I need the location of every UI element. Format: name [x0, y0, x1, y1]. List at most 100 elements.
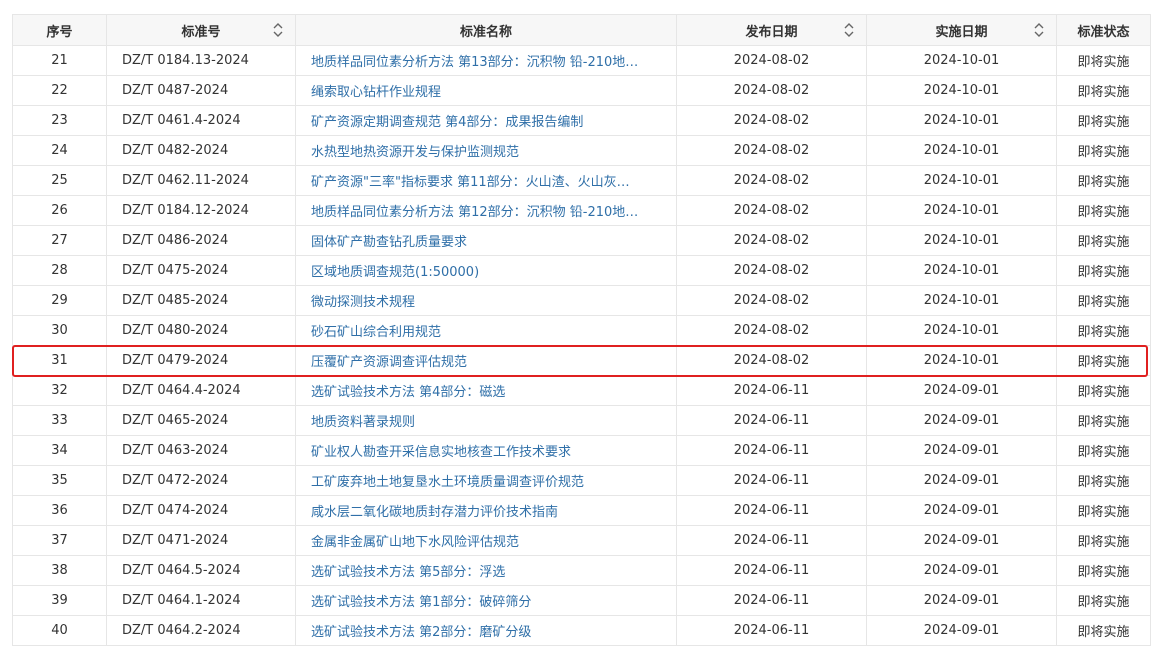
cell-index: 33: [12, 405, 107, 436]
table-row[interactable]: 29 DZ/T 0485-2024 微动探测技术规程 2024-08-02 2024-1…: [12, 285, 1151, 316]
cell-index: 39: [12, 585, 107, 616]
cell-name-link[interactable]: 选矿试验技术方法 第5部分：浮选: [295, 555, 677, 586]
cell-code: DZ/T 0485-2024: [106, 285, 296, 316]
cell-status: 即将实施: [1056, 435, 1151, 466]
cell-index: 32: [12, 375, 107, 406]
cell-name-link[interactable]: 地质资料著录规则: [295, 405, 677, 436]
cell-status: 即将实施: [1056, 495, 1151, 526]
cell-name-link[interactable]: 固体矿产勘查钻孔质量要求: [295, 225, 677, 256]
cell-name-link[interactable]: 矿产资源"三率"指标要求 第11部分：火山渣、火山灰…: [295, 165, 677, 196]
cell-code: DZ/T 0464.1-2024: [106, 585, 296, 616]
cell-name-link[interactable]: 砂石矿山综合利用规范: [295, 315, 677, 346]
cell-index: 24: [12, 135, 107, 166]
cell-effective-date: 2024-09-01: [866, 585, 1057, 616]
table-row[interactable]: 26 DZ/T 0184.12-2024 地质样品同位素分析方法 第12部分：沉积物…: [12, 195, 1151, 226]
cell-index: 23: [12, 105, 107, 136]
cell-publish-date: 2024-06-11: [676, 435, 867, 466]
cell-publish-date: 2024-06-11: [676, 405, 867, 436]
cell-name-link[interactable]: 选矿试验技术方法 第1部分：破碎筛分: [295, 585, 677, 616]
table-row[interactable]: 37 DZ/T 0471-2024 金属非金属矿山地下水风险评估规范 2024-06-…: [12, 525, 1151, 556]
cell-name-link[interactable]: 选矿试验技术方法 第4部分：磁选: [295, 375, 677, 406]
table-row[interactable]: 39 DZ/T 0464.1-2024 选矿试验技术方法 第1部分：破碎筛分 2024…: [12, 585, 1151, 616]
cell-name-link[interactable]: 工矿废弃地土地复垦水土环境质量调查评价规范: [295, 465, 677, 496]
cell-effective-date: 2024-10-01: [866, 135, 1057, 166]
cell-status: 即将实施: [1056, 255, 1151, 286]
cell-index: 37: [12, 525, 107, 556]
cell-name-link[interactable]: 水热型地热资源开发与保护监测规范: [295, 135, 677, 166]
cell-effective-date: 2024-09-01: [866, 525, 1057, 556]
cell-code: DZ/T 0184.12-2024: [106, 195, 296, 226]
cell-name-link[interactable]: 微动探测技术规程: [295, 285, 677, 316]
table-row[interactable]: 31 DZ/T 0479-2024 压覆矿产资源调查评估规范 2024-08-02 20…: [12, 345, 1151, 376]
cell-effective-date: 2024-10-01: [866, 285, 1057, 316]
sort-updown-icon[interactable]: [1034, 22, 1044, 38]
sort-updown-icon[interactable]: [844, 22, 854, 38]
table-header-row: 序号 标准号 标准名称 发布日期 实施日期 标准状态: [12, 14, 1151, 46]
cell-effective-date: 2024-10-01: [866, 225, 1057, 256]
table-row[interactable]: 34 DZ/T 0463-2024 矿业权人勘查开采信息实地核查工作技术要求 2024…: [12, 435, 1151, 466]
cell-effective-date: 2024-09-01: [866, 495, 1057, 526]
cell-status: 即将实施: [1056, 285, 1151, 316]
cell-index: 26: [12, 195, 107, 226]
column-header-name-label: 标准名称: [459, 24, 512, 40]
cell-publish-date: 2024-08-02: [676, 165, 867, 196]
cell-name-link[interactable]: 矿产资源定期调查规范 第4部分：成果报告编制: [295, 105, 677, 136]
cell-index: 29: [12, 285, 107, 316]
cell-effective-date: 2024-09-01: [866, 465, 1057, 496]
table-row[interactable]: 30 DZ/T 0480-2024 砂石矿山综合利用规范 2024-08-02 2024…: [12, 315, 1151, 346]
table-row[interactable]: 23 DZ/T 0461.4-2024 矿产资源定期调查规范 第4部分：成果报告编制…: [12, 105, 1151, 136]
cell-publish-date: 2024-08-02: [676, 225, 867, 256]
cell-code: DZ/T 0486-2024: [106, 225, 296, 256]
table-row[interactable]: 28 DZ/T 0475-2024 区域地质调查规范(1:50000) 2024-08…: [12, 255, 1151, 286]
cell-index: 34: [12, 435, 107, 466]
table-row[interactable]: 32 DZ/T 0464.4-2024 选矿试验技术方法 第4部分：磁选 2024-0…: [12, 375, 1151, 406]
cell-effective-date: 2024-09-01: [866, 375, 1057, 406]
cell-name-link[interactable]: 绳索取心钻杆作业规程: [295, 75, 677, 106]
table-row[interactable]: 33 DZ/T 0465-2024 地质资料著录规则 2024-06-11 2024-0…: [12, 405, 1151, 436]
table-row[interactable]: 36 DZ/T 0474-2024 咸水层二氧化碳地质封存潜力评价技术指南 2024-…: [12, 495, 1151, 526]
cell-code: DZ/T 0461.4-2024: [106, 105, 296, 136]
cell-publish-date: 2024-08-02: [676, 285, 867, 316]
cell-status: 即将实施: [1056, 465, 1151, 496]
table-row[interactable]: 38 DZ/T 0464.5-2024 选矿试验技术方法 第5部分：浮选 2024-0…: [12, 555, 1151, 586]
cell-name-link[interactable]: 矿业权人勘查开采信息实地核查工作技术要求: [295, 435, 677, 466]
cell-publish-date: 2024-08-02: [676, 255, 867, 286]
cell-code: DZ/T 0474-2024: [106, 495, 296, 526]
cell-name-link[interactable]: 压覆矿产资源调查评估规范: [295, 345, 677, 376]
cell-name-link[interactable]: 选矿试验技术方法 第2部分：磨矿分级: [295, 615, 677, 646]
cell-name-link[interactable]: 咸水层二氧化碳地质封存潜力评价技术指南: [295, 495, 677, 526]
cell-publish-date: 2024-06-11: [676, 555, 867, 586]
column-header-effective-date[interactable]: 实施日期: [866, 14, 1057, 46]
cell-publish-date: 2024-08-02: [676, 105, 867, 136]
column-header-index: 序号: [12, 14, 107, 46]
cell-publish-date: 2024-06-11: [676, 525, 867, 556]
table-row[interactable]: 27 DZ/T 0486-2024 固体矿产勘查钻孔质量要求 2024-08-02 20…: [12, 225, 1151, 256]
table-row[interactable]: 40 DZ/T 0464.2-2024 选矿试验技术方法 第2部分：磨矿分级 2024…: [12, 615, 1151, 646]
table-row[interactable]: 21 DZ/T 0184.13-2024 地质样品同位素分析方法 第13部分：沉积物…: [12, 45, 1151, 76]
cell-effective-date: 2024-09-01: [866, 435, 1057, 466]
cell-name-link[interactable]: 区域地质调查规范(1:50000): [295, 255, 677, 286]
cell-publish-date: 2024-08-02: [676, 195, 867, 226]
cell-status: 即将实施: [1056, 555, 1151, 586]
cell-code: DZ/T 0464.4-2024: [106, 375, 296, 406]
table-row[interactable]: 35 DZ/T 0472-2024 工矿废弃地土地复垦水土环境质量调查评价规范 202…: [12, 465, 1151, 496]
table-row[interactable]: 25 DZ/T 0462.11-2024 矿产资源"三率"指标要求 第11部分：火山…: [12, 165, 1151, 196]
cell-name-link[interactable]: 地质样品同位素分析方法 第13部分：沉积物 铅-210地…: [295, 45, 677, 76]
cell-status: 即将实施: [1056, 75, 1151, 106]
cell-code: DZ/T 0487-2024: [106, 75, 296, 106]
cell-name-link[interactable]: 金属非金属矿山地下水风险评估规范: [295, 525, 677, 556]
column-header-publish-date[interactable]: 发布日期: [676, 14, 867, 46]
column-header-status: 标准状态: [1056, 14, 1151, 46]
column-header-code[interactable]: 标准号: [106, 14, 296, 46]
table-row[interactable]: 24 DZ/T 0482-2024 水热型地热资源开发与保护监测规范 2024-08-…: [12, 135, 1151, 166]
cell-code: DZ/T 0479-2024: [106, 345, 296, 376]
column-header-status-label: 标准状态: [1077, 24, 1130, 40]
cell-code: DZ/T 0184.13-2024: [106, 45, 296, 76]
table-row[interactable]: 22 DZ/T 0487-2024 绳索取心钻杆作业规程 2024-08-02 2024…: [12, 75, 1151, 106]
cell-name-link[interactable]: 地质样品同位素分析方法 第12部分：沉积物 铅-210地…: [295, 195, 677, 226]
sort-updown-icon[interactable]: [273, 22, 283, 38]
standards-table-container: 序号 标准号 标准名称 发布日期 实施日期 标准状态 21 DZ/T 0184.…: [12, 14, 1151, 646]
cell-effective-date: 2024-10-01: [866, 315, 1057, 346]
cell-code: DZ/T 0464.5-2024: [106, 555, 296, 586]
cell-publish-date: 2024-06-11: [676, 615, 867, 646]
